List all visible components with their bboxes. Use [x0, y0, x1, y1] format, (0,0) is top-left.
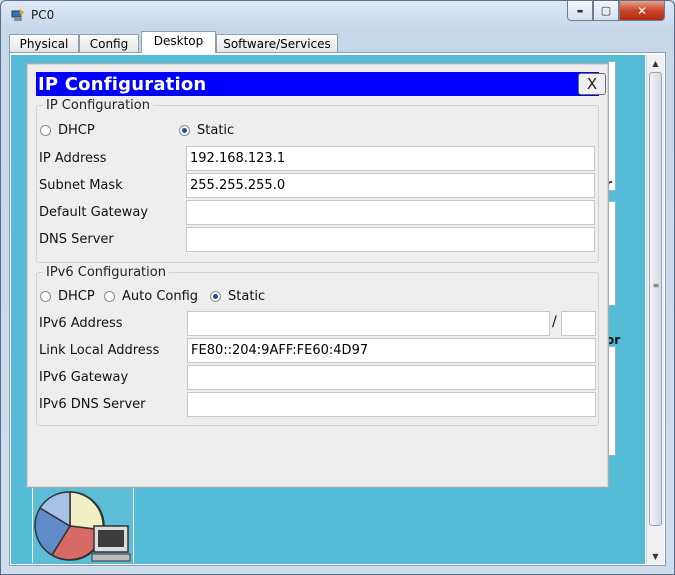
ip-address-input[interactable]: 192.168.123.1	[186, 146, 595, 171]
link-local-address-input[interactable]: FE80::204:9AFF:FE60:4D97	[187, 338, 596, 363]
close-icon: ✕	[636, 3, 648, 18]
ipv6-group-legend: IPv6 Configuration	[46, 265, 166, 280]
scrollbar-thumb[interactable]: ≡	[649, 72, 662, 526]
ipv6-address-label: IPv6 Address	[39, 316, 123, 331]
vertical-scrollbar[interactable]: ▲ ≡ ▼	[646, 55, 664, 564]
tab-software-services[interactable]: Software/Services	[216, 34, 338, 53]
ipv6-gateway-input[interactable]	[187, 365, 596, 390]
default-gateway-input[interactable]	[186, 200, 595, 225]
grip-icon: ≡	[652, 281, 660, 290]
desktop-app-card[interactable]	[608, 61, 616, 191]
ipv6-auto-config-label: Auto Config	[122, 289, 199, 304]
ipv6-dns-server-input[interactable]	[187, 392, 596, 417]
radio-checked-icon	[179, 125, 190, 136]
ipv4-dhcp-label: DHCP	[58, 123, 95, 138]
ipv6-static-radio[interactable]: Static	[210, 289, 265, 304]
ipv6-dhcp-label: DHCP	[58, 289, 95, 304]
maximize-icon: ▢	[600, 4, 612, 17]
subnet-mask-label: Subnet Mask	[39, 178, 123, 193]
ip-configuration-dialog: IP Configuration X IP Configuration DHCP…	[27, 64, 608, 487]
radio-unchecked-icon	[104, 291, 115, 302]
dialog-title-bar: IP Configuration X	[36, 72, 606, 96]
dns-server-label: DNS Server	[39, 232, 114, 247]
subnet-mask-input[interactable]: 255.255.255.0	[186, 173, 595, 198]
ipv6-auto-config-radio[interactable]: Auto Config	[104, 289, 198, 304]
dialog-title: IP Configuration	[38, 74, 207, 95]
tab-physical[interactable]: Physical	[9, 34, 79, 53]
dns-server-input[interactable]	[186, 227, 595, 252]
ipv6-dns-server-label: IPv6 DNS Server	[39, 397, 146, 412]
minimize-button[interactable]: ▬	[567, 1, 593, 21]
ipv6-gateway-label: IPv6 Gateway	[39, 370, 129, 385]
ipv6-dhcp-radio[interactable]: DHCP	[40, 289, 95, 304]
pc0-window: PC0 ▬ ▢ ✕ Physical Config Desktop Softwa…	[0, 0, 675, 575]
pie-chart-monitor-icon	[34, 491, 131, 562]
radio-unchecked-icon	[40, 291, 51, 302]
ipv6-address-input[interactable]	[187, 311, 550, 336]
radio-checked-icon	[210, 291, 221, 302]
minimize-icon: ▬	[576, 6, 584, 15]
close-window-button[interactable]: ✕	[619, 1, 665, 21]
tab-config[interactable]: Config	[79, 34, 139, 53]
prefix-separator: /	[552, 314, 557, 330]
ipv4-static-radio[interactable]: Static	[179, 123, 234, 138]
desktop-app-card[interactable]	[608, 346, 616, 456]
ipv6-prefix-input[interactable]	[561, 311, 596, 336]
ip-address-label: IP Address	[39, 151, 107, 166]
pc-app-icon	[11, 9, 24, 21]
dialog-close-button[interactable]: X	[578, 73, 606, 95]
radio-unchecked-icon	[40, 125, 51, 136]
scroll-up-icon[interactable]: ▲	[647, 55, 664, 71]
ipv4-dhcp-radio[interactable]: DHCP	[40, 123, 95, 138]
ipv6-static-label: Static	[228, 289, 266, 304]
desktop-app-label: or	[606, 333, 621, 347]
ipv4-group-legend: IP Configuration	[46, 98, 150, 113]
maximize-button[interactable]: ▢	[593, 1, 619, 21]
tab-desktop[interactable]: Desktop	[141, 31, 216, 53]
ipv4-static-label: Static	[197, 123, 235, 138]
link-local-address-label: Link Local Address	[39, 343, 160, 358]
scroll-down-icon[interactable]: ▼	[647, 548, 664, 564]
window-title: PC0	[31, 8, 55, 22]
title-bar[interactable]: PC0 ▬ ▢ ✕	[1, 1, 674, 29]
default-gateway-label: Default Gateway	[39, 205, 149, 220]
desktop-app-card[interactable]	[608, 201, 616, 306]
